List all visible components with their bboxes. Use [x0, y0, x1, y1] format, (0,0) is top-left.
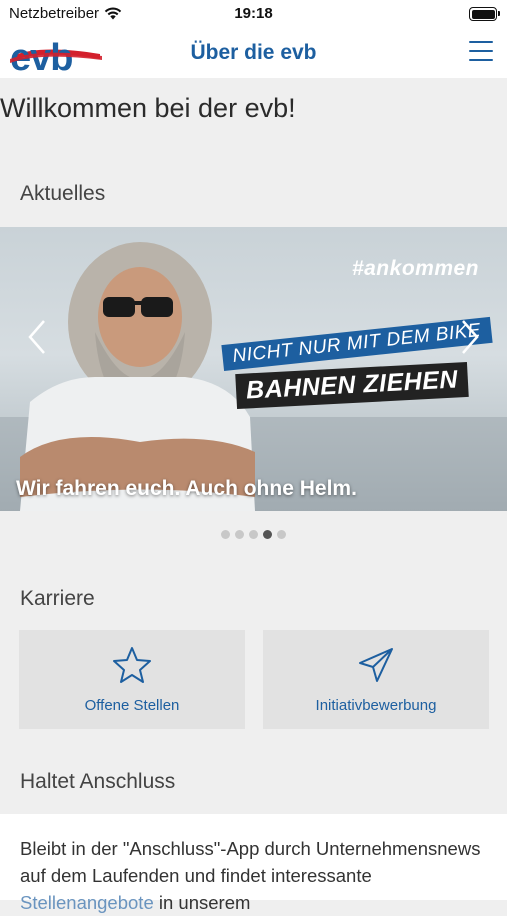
anschluss-text: Bleibt in der "Anschluss"-App durch Unte… — [0, 814, 507, 913]
slider-dot[interactable] — [235, 530, 244, 539]
nav-bar: evb Über die evb — [0, 28, 507, 78]
initiative-application-label: Initiativbewerbung — [315, 697, 437, 714]
status-bar: Netzbetreiber 19:18 — [0, 0, 507, 28]
battery-icon — [469, 7, 500, 21]
star-icon — [113, 647, 151, 683]
welcome-heading: Willkommen bei der evb! — [0, 93, 296, 123]
news-heading: Aktuelles — [20, 182, 106, 205]
slider-dot[interactable] — [263, 530, 272, 539]
chevron-right-icon[interactable] — [455, 317, 485, 357]
hamburger-menu-icon[interactable] — [469, 41, 493, 63]
paper-plane-icon — [359, 648, 393, 682]
career-heading: Karriere — [20, 587, 95, 610]
slide-hashtag: #ankommen — [351, 257, 479, 280]
anschluss-text-start: Bleibt in der "Anschluss"-App durch Unte… — [20, 838, 481, 886]
anschluss-heading: Haltet Anschluss — [20, 770, 176, 793]
slider-dot[interactable] — [221, 530, 230, 539]
anschluss-text-end: in unserem — [153, 892, 251, 913]
slider-dot[interactable] — [277, 530, 286, 539]
slider-pagination — [0, 530, 507, 539]
page-title: Über die evb — [190, 41, 317, 64]
slide-caption: Wir fahren euch. Auch ohne Helm. — [16, 477, 357, 500]
chevron-left-icon[interactable] — [22, 317, 52, 357]
open-positions-button[interactable]: Offene Stellen — [19, 630, 245, 729]
job-offers-link[interactable]: Stellenangebote — [20, 892, 154, 913]
news-slider[interactable]: #ankommen NICHT NUR MIT DEM BIKE BAHNEN … — [0, 227, 507, 511]
slider-dot[interactable] — [249, 530, 258, 539]
open-positions-label: Offene Stellen — [84, 697, 180, 714]
initiative-application-button[interactable]: Initiativbewerbung — [263, 630, 489, 729]
clock: 19:18 — [234, 5, 273, 22]
